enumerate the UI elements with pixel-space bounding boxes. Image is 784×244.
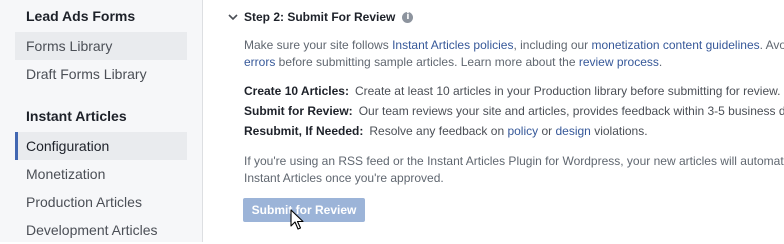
sidebar-item-development-articles[interactable]: Development Articles (15, 216, 187, 244)
intro-paragraph: Make sure your site follows Instant Arti… (244, 37, 784, 71)
sidebar: Lead Ads Forms Forms Library Draft Forms… (0, 0, 203, 242)
chevron-down-icon[interactable] (228, 12, 238, 22)
intro-text-5: . (658, 55, 663, 69)
info-icon[interactable]: i (402, 11, 414, 23)
note-paragraph: If you're using an RSS feed or the Insta… (244, 153, 784, 187)
row-text: violations. (590, 124, 648, 138)
link-monetization-guidelines[interactable]: monetization content guidelines (592, 38, 760, 52)
sidebar-item-monetization[interactable]: Monetization (15, 160, 187, 188)
intro-text-2: , including our (513, 38, 592, 52)
intro-text-4: before submitting sample articles. Learn… (275, 55, 579, 69)
intro-text-1: Make sure your site follows (244, 38, 393, 52)
link-instant-articles-policies[interactable]: Instant Articles policies (392, 38, 513, 52)
link-design[interactable]: design (555, 124, 590, 138)
note-line-2: Instant Articles once you're approved. (244, 171, 444, 185)
sidebar-item-draft-forms-library[interactable]: Draft Forms Library (15, 60, 187, 88)
sidebar-item-production-articles[interactable]: Production Articles (15, 188, 187, 216)
submit-for-review-button[interactable]: Submit for Review (243, 198, 365, 222)
row-label: Create 10 Articles: (244, 84, 349, 98)
link-errors[interactable]: errors (244, 55, 275, 69)
link-review-process[interactable]: review process (579, 55, 659, 69)
section-title-lead-ads: Lead Ads Forms (26, 8, 136, 24)
sidebar-item-configuration[interactable]: Configuration (15, 132, 187, 160)
row-text: Create at least 10 articles in your Prod… (354, 84, 781, 98)
step-row-create: Create 10 Articles: Create at least 10 ar… (244, 84, 780, 98)
row-text: Resolve any feedback on (369, 124, 508, 138)
row-text: Our team reviews your site and articles,… (358, 104, 784, 118)
step-row-submit: Submit for Review: Our team reviews your … (244, 104, 784, 118)
sidebar-item-forms-library[interactable]: Forms Library (15, 32, 187, 60)
row-label: Submit for Review: (244, 104, 353, 118)
mouse-pointer-icon (290, 209, 304, 230)
step-row-resubmit: Resubmit, If Needed: Resolve any feedback… (244, 124, 648, 138)
main-content: Step 2: Submit For Review i Make sure yo… (204, 0, 784, 242)
note-line-1: If you're using an RSS feed or the Insta… (244, 154, 784, 168)
intro-text-3: . Avoid (759, 38, 784, 52)
row-label: Resubmit, If Needed: (244, 124, 364, 138)
step-title: Step 2: Submit For Review (244, 10, 396, 24)
step-header[interactable]: Step 2: Submit For Review i (228, 8, 414, 26)
section-title-instant-articles: Instant Articles (26, 108, 127, 124)
link-policy[interactable]: policy (507, 124, 538, 138)
row-text: or (538, 124, 556, 138)
